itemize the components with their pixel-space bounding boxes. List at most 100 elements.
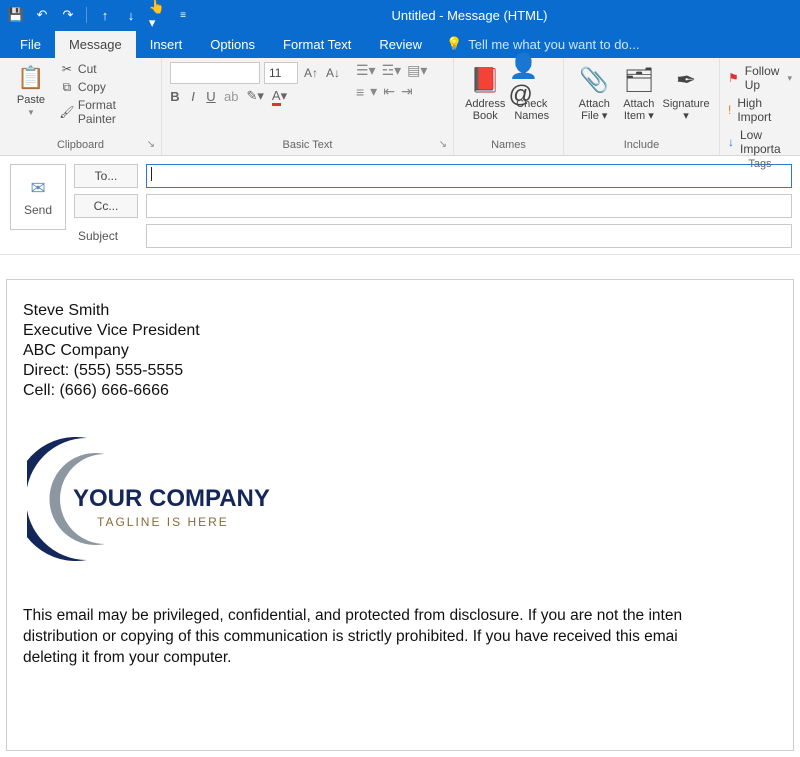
logo-text: YOUR COMPANY <box>73 485 270 512</box>
highlight-button[interactable]: ✎▾ <box>246 88 263 104</box>
subject-field[interactable] <box>146 224 792 248</box>
title-bar: 💾 ↶ ↷ ↑ ↓ 👆▾ ≡ Untitled - Message (HTML) <box>0 0 800 30</box>
undo-icon[interactable]: ↶ <box>34 7 50 23</box>
flag-icon: ⚑ <box>728 71 739 85</box>
message-header: ✉ Send To... Cc... Subject <box>0 156 800 255</box>
align-menu-button[interactable]: ▾ <box>370 83 377 100</box>
tell-me-placeholder: Tell me what you want to do... <box>468 37 639 52</box>
message-body-area: Steve Smith Executive Vice President ABC… <box>0 255 800 757</box>
paste-icon: 📋 <box>17 64 45 92</box>
attach-file-button[interactable]: 📎 Attach File ▾ <box>572 62 617 122</box>
font-family-combo[interactable] <box>170 62 260 84</box>
disclaimer-line1: This email may be privileged, confidenti… <box>23 607 682 624</box>
low-importance-button[interactable]: ↓ Low Importa <box>728 128 792 156</box>
cc-button[interactable]: Cc... <box>74 194 138 218</box>
group-include: 📎 Attach File ▾ 🗂 Attach Item ▾ ✒ Signat… <box>564 58 720 155</box>
tab-message[interactable]: Message <box>55 31 136 58</box>
signature-label: Signature▾ <box>662 98 709 122</box>
increase-indent-button[interactable]: ⇥ <box>401 83 413 100</box>
strike-button[interactable]: ab <box>224 89 238 104</box>
subject-label: Subject <box>74 229 138 243</box>
next-item-icon[interactable]: ↓ <box>123 7 139 23</box>
paintbrush-icon: 🖌 <box>60 105 74 119</box>
font-size-combo[interactable]: 11 <box>264 62 298 84</box>
numbering-button[interactable]: ☲▾ <box>382 62 402 79</box>
logo-tagline: TAGLINE IS HERE <box>97 515 229 529</box>
sig-name: Steve Smith <box>23 302 777 320</box>
copy-button[interactable]: ⧉ Copy <box>60 80 153 94</box>
group-names: 📕 Address Book 👤@ Check Names Names <box>454 58 564 155</box>
paste-dropdown-icon: ▼ <box>27 108 35 117</box>
touch-mode-icon[interactable]: 👆▾ <box>149 7 165 23</box>
low-importance-icon: ↓ <box>728 135 734 149</box>
tab-options[interactable]: Options <box>196 31 269 58</box>
group-clipboard: 📋 Paste ▼ ✂ Cut ⧉ Copy 🖌 Format Painter <box>0 58 162 155</box>
tab-file[interactable]: File <box>6 31 55 58</box>
font-color-button[interactable]: A▾ <box>272 88 287 104</box>
company-logo: YOUR COMPANY TAGLINE IS HERE <box>27 428 287 568</box>
cc-field[interactable] <box>146 194 792 218</box>
cut-label: Cut <box>78 62 97 76</box>
send-button[interactable]: ✉ Send <box>10 164 66 230</box>
check-names-button[interactable]: 👤@ Check Names <box>509 62 556 122</box>
previous-item-icon[interactable]: ↑ <box>97 7 113 23</box>
tab-insert[interactable]: Insert <box>136 31 197 58</box>
signature-block: Steve Smith Executive Vice President ABC… <box>23 302 777 400</box>
send-label: Send <box>24 203 52 217</box>
attach-item-button[interactable]: 🗂 Attach Item ▾ <box>617 62 662 122</box>
customize-qat-icon[interactable]: ≡ <box>175 7 191 23</box>
high-importance-label: High Import <box>737 96 792 124</box>
sig-title: Executive Vice President <box>23 322 777 340</box>
bold-button[interactable]: B <box>170 89 180 104</box>
low-importance-label: Low Importa <box>740 128 792 156</box>
high-importance-icon: ! <box>728 103 731 117</box>
paperclip-icon: 📎 <box>579 64 609 96</box>
disclaimer-line2: distribution or copying of this communic… <box>23 628 678 645</box>
signature-button[interactable]: ✒ Signature▾ <box>661 62 711 122</box>
high-importance-button[interactable]: ! High Import <box>728 96 792 124</box>
paste-button[interactable]: 📋 Paste ▼ <box>8 62 54 117</box>
attach-item-label: Attach Item ▾ <box>617 98 662 122</box>
to-field[interactable] <box>146 164 792 188</box>
follow-up-button[interactable]: ⚑ Follow Up▾ <box>728 64 792 92</box>
format-painter-button[interactable]: 🖌 Format Painter <box>60 98 153 126</box>
window-title: Untitled - Message (HTML) <box>199 8 740 23</box>
grow-font-icon[interactable]: A↑ <box>302 64 320 82</box>
sig-direct: Direct: (555) 555-5555 <box>23 362 777 380</box>
group-clipboard-label: Clipboard <box>57 139 104 151</box>
tab-format-text[interactable]: Format Text <box>269 31 365 58</box>
send-envelope-icon: ✉ <box>30 178 45 199</box>
lightbulb-icon: 💡 <box>446 36 462 52</box>
ribbon: 📋 Paste ▼ ✂ Cut ⧉ Copy 🖌 Format Painter <box>0 58 800 156</box>
italic-button[interactable]: I <box>188 89 198 104</box>
address-book-label: Address Book <box>462 98 509 122</box>
quick-access-toolbar: 💾 ↶ ↷ ↑ ↓ 👆▾ ≡ <box>0 7 199 23</box>
copy-icon: ⧉ <box>60 80 74 94</box>
bullets-button[interactable]: ☰▾ <box>356 62 376 79</box>
cut-button[interactable]: ✂ Cut <box>60 62 153 76</box>
save-icon[interactable]: 💾 <box>8 7 24 23</box>
format-painter-label: Format Painter <box>78 98 153 126</box>
check-names-icon: 👤@ <box>509 64 556 96</box>
paste-label: Paste <box>17 94 45 106</box>
multilevel-button[interactable]: ▤▾ <box>407 62 427 79</box>
copy-label: Copy <box>78 80 106 94</box>
redo-icon[interactable]: ↷ <box>60 7 76 23</box>
basic-text-launcher-icon[interactable]: ↘ <box>439 139 447 150</box>
check-names-label: Check Names <box>509 98 556 122</box>
decrease-indent-button[interactable]: ⇤ <box>383 83 395 100</box>
address-book-button[interactable]: 📕 Address Book <box>462 62 509 122</box>
sig-company: ABC Company <box>23 342 777 360</box>
align-left-button[interactable]: ≡ <box>356 84 364 100</box>
underline-button[interactable]: U <box>206 89 216 104</box>
to-button[interactable]: To... <box>74 164 138 188</box>
tab-review[interactable]: Review <box>365 31 436 58</box>
group-names-label: Names <box>462 137 555 153</box>
attach-file-label: Attach File ▾ <box>572 98 617 122</box>
shrink-font-icon[interactable]: A↓ <box>324 64 342 82</box>
disclaimer-line3: deleting it from your computer. <box>23 649 232 666</box>
disclaimer-text: This email may be privileged, confidenti… <box>23 606 777 669</box>
group-basic-text-label: Basic Text <box>283 139 333 151</box>
clipboard-launcher-icon[interactable]: ↘ <box>147 139 155 150</box>
message-body[interactable]: Steve Smith Executive Vice President ABC… <box>6 279 794 751</box>
